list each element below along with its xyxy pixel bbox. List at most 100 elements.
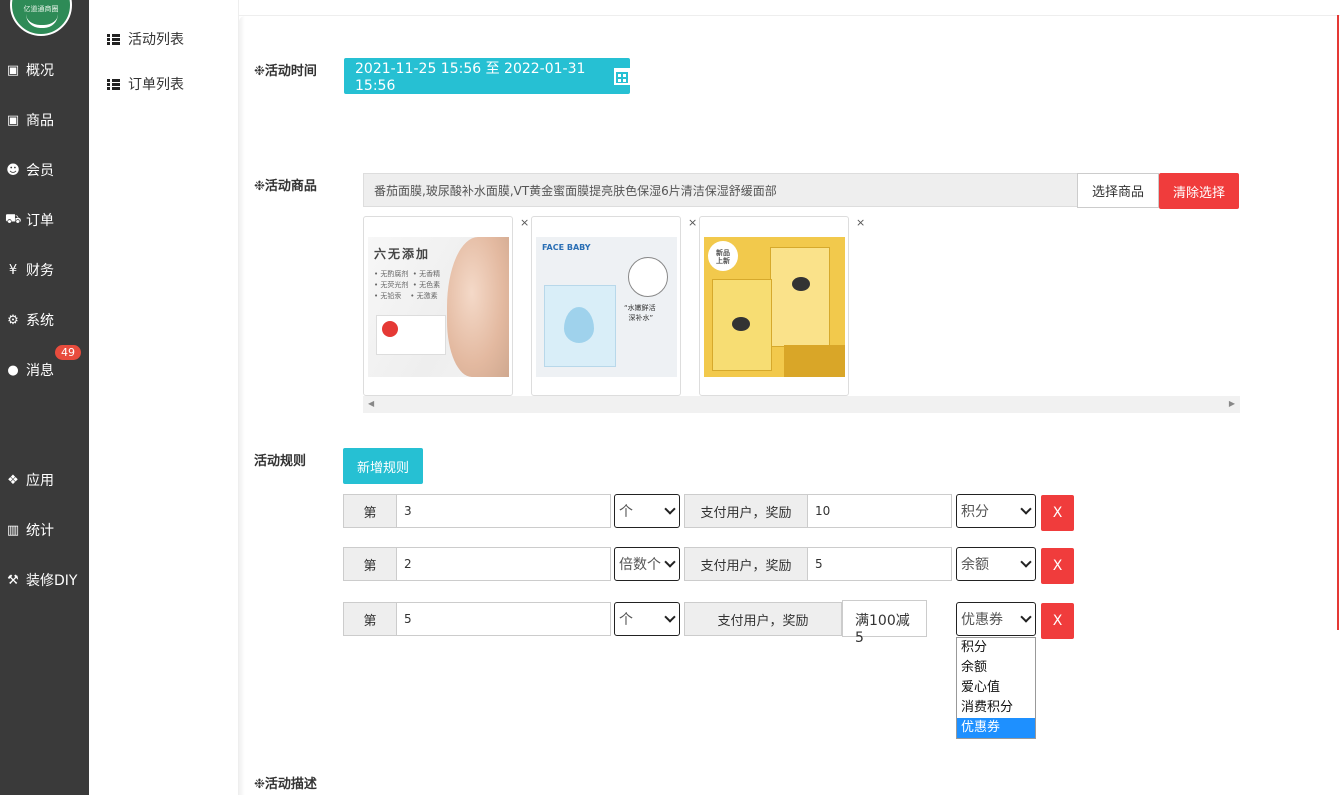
sidebar-item-stats[interactable]: ▥ 统计 (5, 520, 54, 540)
add-rule-button[interactable]: 新增规则 (343, 448, 423, 484)
bee-graphic (732, 317, 750, 331)
logo-text: 亿道通商圈 (23, 5, 59, 13)
remove-thumbnail-icon[interactable]: × (688, 216, 697, 229)
comment-icon: ● (7, 362, 19, 378)
chevron-down-icon (664, 556, 676, 568)
sidebar-item-goods[interactable]: ▣ 商品 (5, 110, 54, 130)
display-stand (784, 345, 845, 377)
horizontal-scrollbar[interactable]: ◀ ▶ (363, 396, 1240, 413)
water-drop-graphic (564, 307, 594, 343)
sub-menu: 活动列表 订单列表 (89, 0, 239, 795)
chevron-down-icon (664, 611, 676, 623)
submenu-item-activity-list[interactable]: 活动列表 (107, 29, 184, 49)
rule-unit-select[interactable]: 个 (614, 494, 680, 528)
sidebar-item-label: 应用 (26, 473, 54, 489)
remove-rule-button[interactable]: X (1041, 495, 1074, 531)
sidebar-item-label: 统计 (26, 523, 54, 539)
goods-thumbnail: FACE BABY “水嫩鲜活 深补水” (531, 216, 681, 396)
archive-icon: ▣ (6, 112, 20, 128)
rule-prefix: 第 (343, 602, 397, 636)
logo-swoosh (26, 14, 58, 28)
chevron-down-icon (1020, 611, 1032, 623)
cart-icon: ⛟ (5, 211, 22, 227)
rule-count-input[interactable]: 3 (396, 494, 611, 528)
image-text: • 无酌腐剂 • 无香精 • 无荧光剂 • 无色素 • 无铅汞 • 无激素 (374, 270, 441, 300)
activity-rules-label: 活动规则 (254, 454, 307, 469)
dropdown-option[interactable]: 消费积分 (957, 698, 1035, 718)
cubes-icon: ❖ (7, 472, 19, 488)
gears-icon: ⚙ (7, 312, 19, 328)
sidebar-item-system[interactable]: ⚙ 系统 (5, 310, 54, 330)
dropdown-option-selected[interactable]: 优惠券 (957, 718, 1035, 738)
sidebar-item-apps[interactable]: ❖ 应用 (5, 470, 54, 490)
rule-reward-input[interactable]: 5 (807, 547, 952, 581)
activity-goods-label: ❉活动商品 (254, 179, 317, 194)
tomato-mask-image: 六无添加 • 无酌腐剂 • 无香精 • 无荧光剂 • 无色素 • 无铅汞 • 无… (368, 237, 509, 377)
image-quote: “水嫩鲜活 深补水” (624, 304, 656, 322)
sidebar-item-label: 系统 (26, 313, 54, 329)
rule-prefix: 第 (343, 494, 397, 528)
message-count-badge: 49 (55, 345, 81, 360)
rule-reward-type-select[interactable]: 积分 (956, 494, 1036, 528)
rule-count-input[interactable]: 5 (396, 602, 611, 636)
sidebar-item-overview[interactable]: ▣ 概况 (5, 60, 54, 80)
date-range-text: 2021-11-25 15:56 至 2022-01-31 15:56 (355, 61, 586, 94)
select-value: 积分 (961, 504, 989, 520)
chevron-down-icon (664, 503, 676, 515)
dropdown-option[interactable]: 爱心值 (957, 678, 1035, 698)
sidebar-item-label: 财务 (26, 263, 54, 279)
submenu-item-order-list[interactable]: 订单列表 (107, 74, 184, 94)
reward-type-dropdown: 积分 余额 爱心值 消费积分 优惠券 (956, 637, 1036, 739)
rule-reward-type-select[interactable]: 余额 (956, 547, 1036, 581)
main-sidebar: 亿道通商圈 ▣ 概况 ▣ 商品 ☻ 会员 ⛟ 订单 ¥ 财务 ⚙ 系统 ● 消息… (0, 0, 89, 795)
right-edge-bar (1337, 15, 1339, 630)
list-icon (107, 33, 120, 45)
goods-thumbnail: 六无添加 • 无酌腐剂 • 无香精 • 无荧光剂 • 无色素 • 无铅汞 • 无… (363, 216, 513, 396)
rule-reward-type-select[interactable]: 优惠券 (956, 602, 1036, 636)
remove-thumbnail-icon[interactable]: × (856, 216, 865, 229)
remove-thumbnail-icon[interactable]: × (520, 216, 529, 229)
bee-graphic (792, 277, 810, 291)
sidebar-item-decorate[interactable]: ⚒ 装修DIY (5, 570, 77, 590)
selected-goods-field[interactable]: 番茄面膜,玻尿酸补水面膜,VT黄金蜜面膜提亮肤色保湿6片清洁保湿舒缓面部 (363, 173, 1078, 207)
date-range-picker[interactable]: 2021-11-25 15:56 至 2022-01-31 15:56 (344, 58, 630, 94)
rule-unit-select[interactable]: 个 (614, 602, 680, 636)
goods-thumbnail: 新品 上新 (699, 216, 849, 396)
app-logo[interactable]: 亿道通商圈 (10, 0, 72, 36)
sidebar-item-finance[interactable]: ¥ 财务 (5, 260, 54, 280)
rule-middle-text: 支付用户，奖励 (684, 602, 842, 636)
sidebar-item-label: 订单 (26, 213, 54, 229)
gavel-icon: ⚒ (7, 572, 19, 588)
select-value: 个 (619, 504, 633, 520)
list-icon (107, 78, 120, 90)
new-product-badge: 新品 上新 (708, 241, 738, 271)
brand-text: FACE BABY (542, 243, 591, 252)
select-value: 优惠券 (961, 612, 1003, 628)
activity-description-label: ❉活动描述 (254, 777, 317, 792)
rule-count-input[interactable]: 2 (396, 547, 611, 581)
header-divider (239, 15, 1340, 16)
choose-goods-button[interactable]: 选择商品 (1077, 173, 1159, 208)
scroll-right-icon[interactable]: ▶ (1229, 399, 1235, 408)
remove-rule-button[interactable]: X (1041, 603, 1074, 639)
remove-rule-button[interactable]: X (1041, 548, 1074, 584)
dropdown-option[interactable]: 余额 (957, 658, 1035, 678)
rule-reward-input[interactable]: 10 (807, 494, 952, 528)
dropdown-option[interactable]: 积分 (957, 638, 1035, 658)
hyaluronic-mask-image: FACE BABY “水嫩鲜活 深补水” (536, 237, 677, 377)
calendar-icon (613, 67, 630, 85)
sidebar-item-label: 商品 (26, 113, 54, 129)
sidebar-item-label: 概况 (26, 63, 54, 79)
rule-middle-text: 支付用户，奖励 (684, 494, 808, 528)
scroll-left-icon[interactable]: ◀ (368, 399, 374, 408)
sidebar-item-label: 会员 (26, 163, 54, 179)
select-value: 个 (619, 612, 633, 628)
rule-unit-select[interactable]: 倍数个 (614, 547, 680, 581)
coupon-select-field[interactable]: 满100减5 (842, 600, 927, 646)
sidebar-item-members[interactable]: ☻ 会员 (5, 160, 54, 180)
clear-selection-button[interactable]: 清除选择 (1159, 173, 1239, 209)
sidebar-item-orders[interactable]: ⛟ 订单 (5, 210, 54, 230)
bar-chart-icon: ▥ (6, 522, 20, 538)
sidebar-item-messages[interactable]: ● 消息 (5, 360, 54, 380)
content-panel-edge (239, 16, 245, 795)
